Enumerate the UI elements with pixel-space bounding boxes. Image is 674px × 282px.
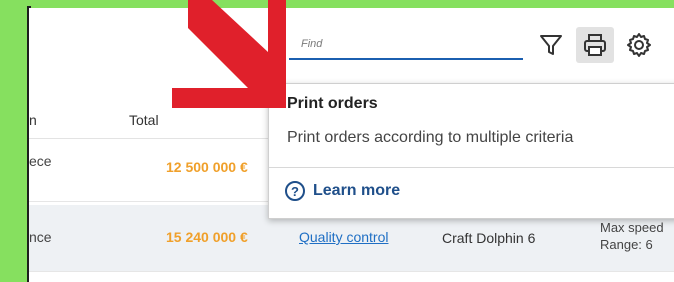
spec-line: Range: 6 xyxy=(600,237,653,252)
column-header-partial[interactable]: n xyxy=(29,112,37,128)
row-amount-cell: 12 500 000 € xyxy=(166,159,248,175)
filter-button[interactable] xyxy=(532,27,570,63)
learn-more-link[interactable]: ? Learn more xyxy=(285,181,400,201)
learn-more-label: Learn more xyxy=(313,182,401,199)
tooltip-title: Print orders xyxy=(287,95,378,112)
pointer-arrow-icon xyxy=(172,0,286,108)
print-button[interactable] xyxy=(576,27,614,63)
spec-line: Max speed xyxy=(600,220,664,235)
gear-icon xyxy=(627,33,651,57)
row-name-cell: nce xyxy=(29,229,52,245)
row-name-cell: ece xyxy=(29,153,52,169)
quality-control-link[interactable]: Quality control xyxy=(299,229,388,245)
print-orders-tooltip: Print orders Print orders according to m… xyxy=(268,83,674,219)
tooltip-description: Print orders according to multiple crite… xyxy=(287,129,574,146)
help-icon: ? xyxy=(285,181,305,201)
filter-icon xyxy=(540,35,562,55)
row-amount-cell: 15 240 000 € xyxy=(166,229,248,245)
tooltip-divider xyxy=(269,167,674,168)
settings-button[interactable] xyxy=(620,27,658,63)
search-input[interactable] xyxy=(289,30,523,60)
print-icon xyxy=(584,34,606,56)
specs-cell: Max speed Range: 6 xyxy=(600,219,664,253)
craft-cell: Craft Dolphin 6 xyxy=(442,230,536,246)
toolbar xyxy=(270,20,674,70)
